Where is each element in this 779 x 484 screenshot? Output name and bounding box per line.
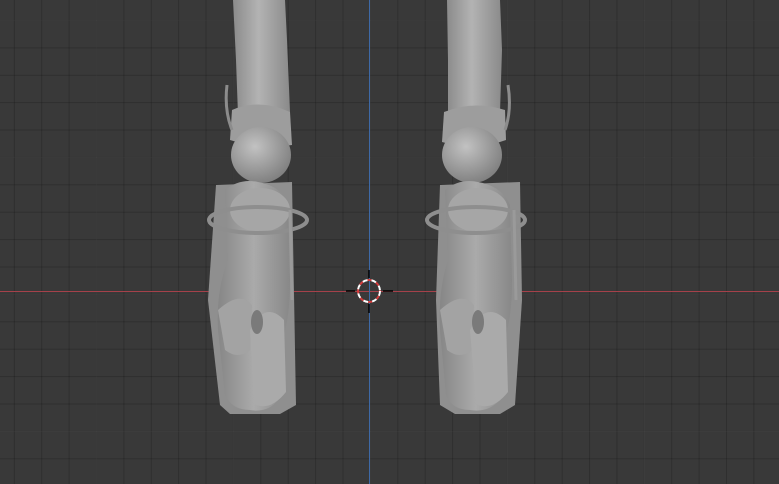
right-foot-mesh[interactable] xyxy=(425,0,527,414)
3d-cursor-icon[interactable] xyxy=(346,270,393,313)
viewport-scene[interactable] xyxy=(0,0,779,484)
left-foot-mesh[interactable] xyxy=(207,0,309,414)
3d-viewport[interactable] xyxy=(0,0,779,484)
